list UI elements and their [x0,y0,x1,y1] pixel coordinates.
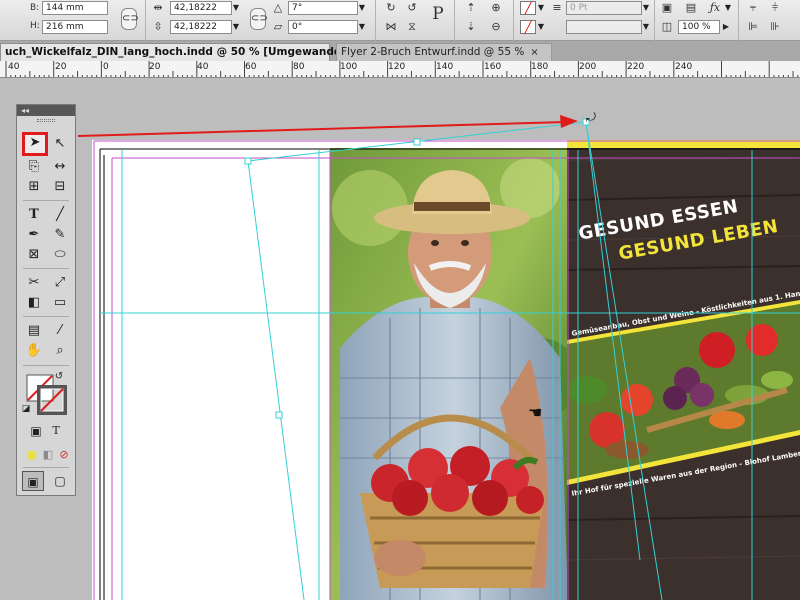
tools-divider [23,200,69,201]
tools-divider [23,467,69,468]
apply-none-icon[interactable]: ⊘ [53,445,75,465]
selection-handle[interactable] [413,138,421,146]
hand-cursor-icon: ☚ [528,403,543,422]
note-tool-icon[interactable]: ▤ [23,321,45,341]
rotated-frame-edge[interactable] [247,121,663,600]
annotation-arrowhead [560,115,578,128]
tools-divider [23,316,69,317]
gradient-swatch-tool-icon[interactable]: ◧ [23,293,45,313]
ellipse-tool-icon[interactable]: ⬭ [49,245,71,265]
preview-mode-icon[interactable]: ▢ [49,471,71,491]
free-transform-tool-icon[interactable]: ⤢ [49,273,71,293]
content-placer-tool-icon[interactable]: ⊟ [49,177,71,197]
pencil-tool-icon[interactable]: ✎ [49,225,71,245]
formatting-text-icon[interactable]: T [45,421,67,441]
annotation-arrow [77,121,567,137]
selection-handle[interactable] [244,157,252,165]
rectangle-frame-tool-icon[interactable]: ⊠ [23,245,45,265]
direct-selection-tool-icon[interactable]: ↖ [49,134,71,154]
selection-tool-icon[interactable]: ➤ [22,132,48,156]
formatting-container-icon[interactable]: ▣ [25,421,47,441]
eyedropper-tool-icon[interactable]: ⁄ [49,321,71,341]
guides-overlay [77,115,800,600]
pen-tool-icon[interactable]: ✒ [23,225,45,245]
indesign-window: B: H: 144 mm 216 mm ⊂⊃ ⇹ ⇳ 42,18222 ▼ 42… [0,0,800,600]
normal-view-mode-icon[interactable]: ▣ [22,471,44,491]
type-tool-icon[interactable]: T [23,205,45,225]
default-colors-icon[interactable]: ◪ [19,399,33,419]
tools-divider [23,365,69,366]
scissors-tool-icon[interactable]: ✂ [23,273,45,293]
gradient-feather-tool-icon[interactable]: ▭ [49,293,71,313]
content-collector-tool-icon[interactable]: ⊞ [23,177,45,197]
gap-tool-icon[interactable]: ↔ [49,157,71,177]
rotate-cursor-icon: ⤾ [586,110,596,124]
tools-divider [23,268,69,269]
rotated-frame-edge[interactable] [585,121,641,561]
tools-panel-header[interactable]: ◂◂ [17,105,75,116]
zoom-tool-icon[interactable]: ⌕ [49,341,71,361]
panel-grip-icon[interactable] [37,119,55,122]
line-tool-icon[interactable]: ╱ [49,205,71,225]
rotated-frame-edge[interactable] [247,160,305,600]
selection-handle[interactable] [275,411,283,419]
page-tool-icon[interactable]: ⎘ [23,157,45,177]
swap-colors-icon[interactable]: ↺ [51,367,67,387]
hand-tool-icon[interactable]: ✋ [23,341,45,361]
tools-panel: ◂◂ ➤ ↖ ⎘ ↔ ⊞ ⊟ T ╱ ✒ ✎ ⊠ ⬭ ✂ ⤢ ◧ ▭ ▤ ⁄ ✋… [16,104,76,496]
